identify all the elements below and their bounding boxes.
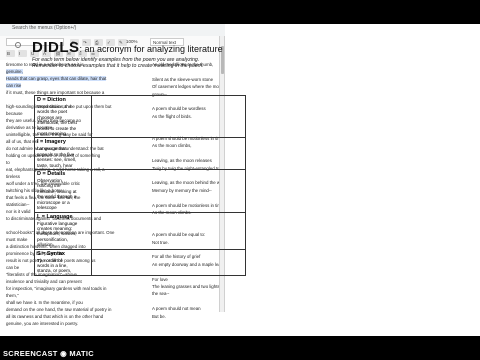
doc-line: can be	[6, 265, 20, 270]
instructions-line-2: Remember to choose examples that it help…	[32, 63, 204, 69]
doc-line: demand on the one hand, the raw material…	[6, 307, 112, 312]
table-row: S = Syntax The order of words in a line, st…	[34, 248, 246, 276]
doc-line: because	[6, 111, 23, 116]
poem-line: A poem should not mean	[152, 306, 201, 312]
table-row: D = Diction Word choice, the words the poe…	[34, 94, 246, 139]
category-cell: D = Diction Word choice, the words the poe…	[34, 94, 92, 139]
menu-search-hint: Search the menus (Option+/)	[12, 25, 77, 31]
doc-line: statistician--	[6, 202, 30, 207]
category-cell: L = Language Figurative language creates m…	[34, 211, 92, 250]
doc-line: insolence and triviality and can present	[6, 279, 82, 284]
examples-cell[interactable]	[91, 94, 246, 139]
poem-line: For love	[152, 276, 168, 282]
didls-table: D = Diction Word choice, the words the poe…	[34, 94, 246, 276]
table-row: D = Details Observation, noticing the minut…	[34, 169, 246, 213]
category-description: taste, touch, hear	[37, 162, 73, 168]
category-heading: I = Imagery	[37, 139, 66, 146]
doc-line: genuine,	[6, 69, 23, 74]
doc-line: tireless	[6, 174, 20, 179]
category-heading: S = Syntax	[37, 250, 65, 257]
category-description: allusion	[37, 242, 53, 248]
doc-line: nor is it valid	[6, 209, 31, 214]
doc-line: must make	[6, 237, 28, 242]
examples-cell[interactable]	[91, 248, 246, 276]
poem-line: The leaning grasses and two lights above	[152, 284, 219, 289]
poem-line: Silent as the sleeve-worn stone	[152, 76, 214, 82]
table-row: I = Imagery Language that appeals to the f…	[34, 137, 246, 171]
doc-line: genuine, you are interested in poetry.	[6, 321, 79, 326]
category-heading: D = Diction	[37, 97, 66, 103]
doc-line: shall we have it. In the meantime, if yo…	[6, 300, 83, 305]
search-icon	[15, 42, 21, 48]
examples-cell[interactable]	[91, 169, 246, 213]
examples-cell[interactable]	[91, 137, 246, 171]
category-description: stanza, or poem,	[37, 268, 72, 274]
worksheet-title: DIDLS: an acronym for analyzing literatu…	[32, 39, 223, 57]
doc-line: can rise	[6, 83, 22, 88]
didls-worksheet	[225, 24, 480, 336]
doc-line: all of us, that we	[6, 139, 38, 144]
table-row: L = Language Figurative language creates m…	[34, 211, 246, 250]
examples-cell[interactable]	[91, 211, 246, 250]
worksheet-title-main: DIDLS	[32, 39, 80, 56]
watermark-circle-icon: ◉	[60, 349, 67, 358]
doc-line: them,"	[6, 293, 19, 298]
category-description: telescope	[37, 205, 57, 211]
screencast-watermark: SCREENCAST ◉ MATIC	[3, 349, 94, 358]
watermark-text-a: SCREENCAST	[3, 349, 58, 358]
poem-line: Of casement ledges where the moss has	[152, 84, 219, 90]
doc-line: Hands that can grasp, eyes that can dila…	[6, 76, 107, 81]
doc-line: for inspection, "imaginary gardens with …	[6, 286, 107, 291]
italic-icon[interactable]: I	[18, 50, 27, 57]
category-cell: D = Details Observation, noticing the minut…	[34, 169, 92, 213]
worksheet-title-sub: : an acronym for analyzing literature	[79, 44, 223, 54]
poem-line: the sea--	[152, 291, 170, 297]
poem-line: But be.	[152, 313, 166, 319]
doc-line: to	[6, 160, 10, 165]
category-heading: L = Language	[37, 213, 73, 220]
bold-icon[interactable]: B	[6, 50, 15, 57]
category-cell: I = Imagery Language that appeals to the f…	[34, 137, 92, 171]
category-cell: S = Syntax The order of words in a line, st…	[34, 248, 92, 276]
watermark-text-b: MATIC	[69, 349, 95, 358]
category-heading: D = Details	[37, 171, 66, 178]
category-description: most meaning.	[37, 131, 68, 137]
doc-line: all its rawness and that which is on the…	[6, 314, 104, 319]
